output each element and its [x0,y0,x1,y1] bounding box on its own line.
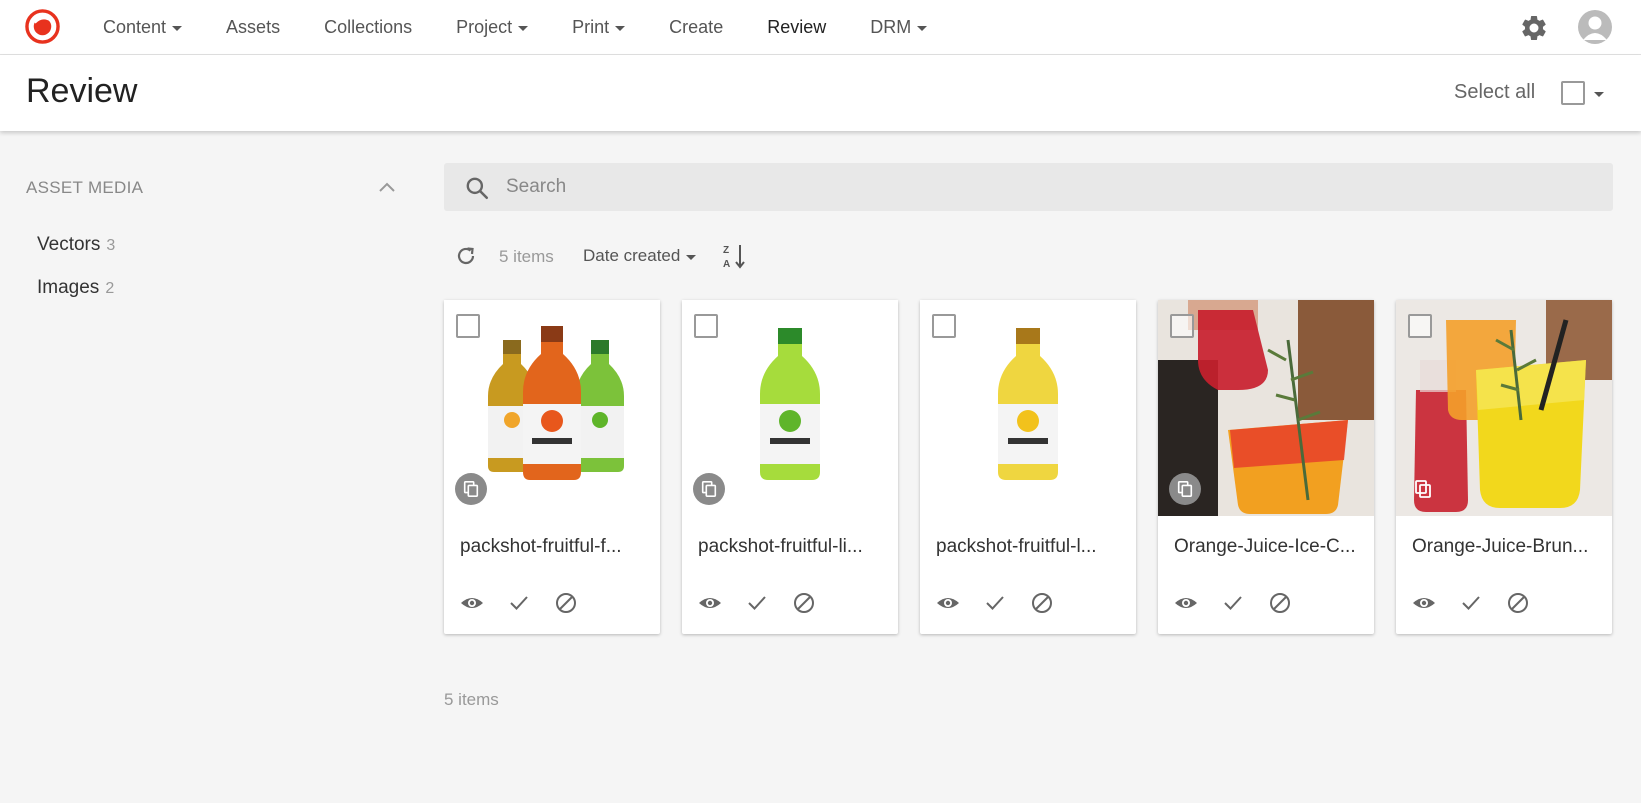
card-checkbox[interactable] [1408,314,1432,338]
asset-name: packshot-fruitful-f... [460,536,622,557]
caret-down-icon [518,26,529,31]
nav-item-label: Review [767,17,827,37]
sidebar: ASSET MEDIA Vectors 3 Images 2 [0,131,420,803]
nav-item-assets[interactable]: Assets [226,17,280,38]
checkmark-icon[interactable] [745,591,769,615]
checkmark-icon[interactable] [507,591,531,615]
filter-count: 3 [106,237,116,254]
card-checkbox[interactable] [932,314,956,338]
svg-text:A: A [723,259,730,270]
search-input[interactable] [506,163,1596,211]
page-header: Review Select all [0,55,1641,131]
section-title: ASSET MEDIA [26,178,144,197]
nav-item-label: Project [456,17,513,37]
duplicate-icon [693,473,725,505]
checkmark-icon[interactable] [983,591,1007,615]
card-actions [460,591,601,615]
asset-name: Orange-Juice-Brun... [1412,536,1589,557]
card-actions [1412,591,1553,615]
eye-icon[interactable] [1174,591,1198,615]
select-all-label[interactable]: Select all [1454,81,1535,104]
asset-card[interactable]: packshot-fruitful-f... [444,300,660,634]
app-logo-icon[interactable] [25,9,60,44]
nav-item-review[interactable]: Review [767,17,826,38]
nav-item-label: Print [572,17,610,37]
results-toolbar: 5 items Date created Z A [444,240,1044,272]
asset-card[interactable]: Orange-Juice-Ice-C... [1158,300,1374,634]
asset-name: packshot-fruitful-li... [698,536,863,557]
select-menu-caret-icon[interactable] [1594,92,1604,97]
reject-icon[interactable] [1030,591,1054,615]
sort-direction-icon[interactable]: Z A [722,242,748,270]
gear-icon[interactable] [1519,13,1549,43]
search-icon [466,177,489,200]
nav-item-label: Collections [324,17,413,37]
eye-icon[interactable] [460,591,484,615]
nav-item-label: Create [669,17,724,37]
nav-item-label: Content [103,17,167,37]
asset-card[interactable]: Orange-Juice-Brun... [1396,300,1612,634]
nav-menu: Content Assets Collections Project Print… [103,0,971,55]
nav-item-label: DRM [870,17,912,37]
sidebar-item-images[interactable]: Images 2 [37,277,114,299]
nav-item-collections[interactable]: Collections [324,17,412,38]
asset-name: packshot-fruitful-l... [936,536,1097,557]
filter-label: Images [37,277,100,298]
duplicate-icon [1407,473,1439,505]
asset-card[interactable]: packshot-fruitful-l... [920,300,1136,634]
asset-card[interactable]: packshot-fruitful-li... [682,300,898,634]
search-bar [444,163,1613,211]
filter-label: Vectors [37,234,101,255]
eye-icon[interactable] [936,591,960,615]
nav-item-project[interactable]: Project [456,17,529,38]
nav-item-create[interactable]: Create [669,17,723,38]
page-title: Review [26,72,138,110]
asset-name: Orange-Juice-Ice-C... [1174,536,1356,557]
items-count: 5 items [499,247,554,266]
reject-icon[interactable] [792,591,816,615]
nav-item-print[interactable]: Print [572,17,626,38]
card-actions [936,591,1077,615]
card-actions [698,591,839,615]
nav-item-label: Assets [226,17,281,37]
chevron-up-icon[interactable] [378,181,396,193]
nav-item-content[interactable]: Content [103,17,183,38]
card-actions [1174,591,1315,615]
refresh-icon[interactable] [454,244,478,268]
top-navigation: Content Assets Collections Project Print… [0,0,1641,55]
select-all-checkbox[interactable] [1561,81,1585,105]
reject-icon[interactable] [554,591,578,615]
nav-item-drm[interactable]: DRM [870,17,928,38]
eye-icon[interactable] [1412,591,1436,615]
caret-down-icon [917,26,928,31]
footer-items-count: 5 items [444,690,499,709]
sort-dropdown[interactable]: Date created [583,246,697,266]
card-checkbox[interactable] [1170,314,1194,338]
filter-count: 2 [105,280,115,297]
user-avatar-icon[interactable] [1578,10,1612,44]
card-checkbox[interactable] [694,314,718,338]
sidebar-item-vectors[interactable]: Vectors 3 [37,234,115,256]
card-checkbox[interactable] [456,314,480,338]
eye-icon[interactable] [698,591,722,615]
reject-icon[interactable] [1506,591,1530,615]
sort-label: Date created [583,246,681,265]
caret-down-icon [686,254,697,260]
duplicate-icon [455,473,487,505]
caret-down-icon [615,26,626,31]
caret-down-icon [172,26,183,31]
duplicate-icon [1169,473,1201,505]
reject-icon[interactable] [1268,591,1292,615]
checkmark-icon[interactable] [1459,591,1483,615]
svg-text:Z: Z [723,245,729,256]
checkmark-icon[interactable] [1221,591,1245,615]
